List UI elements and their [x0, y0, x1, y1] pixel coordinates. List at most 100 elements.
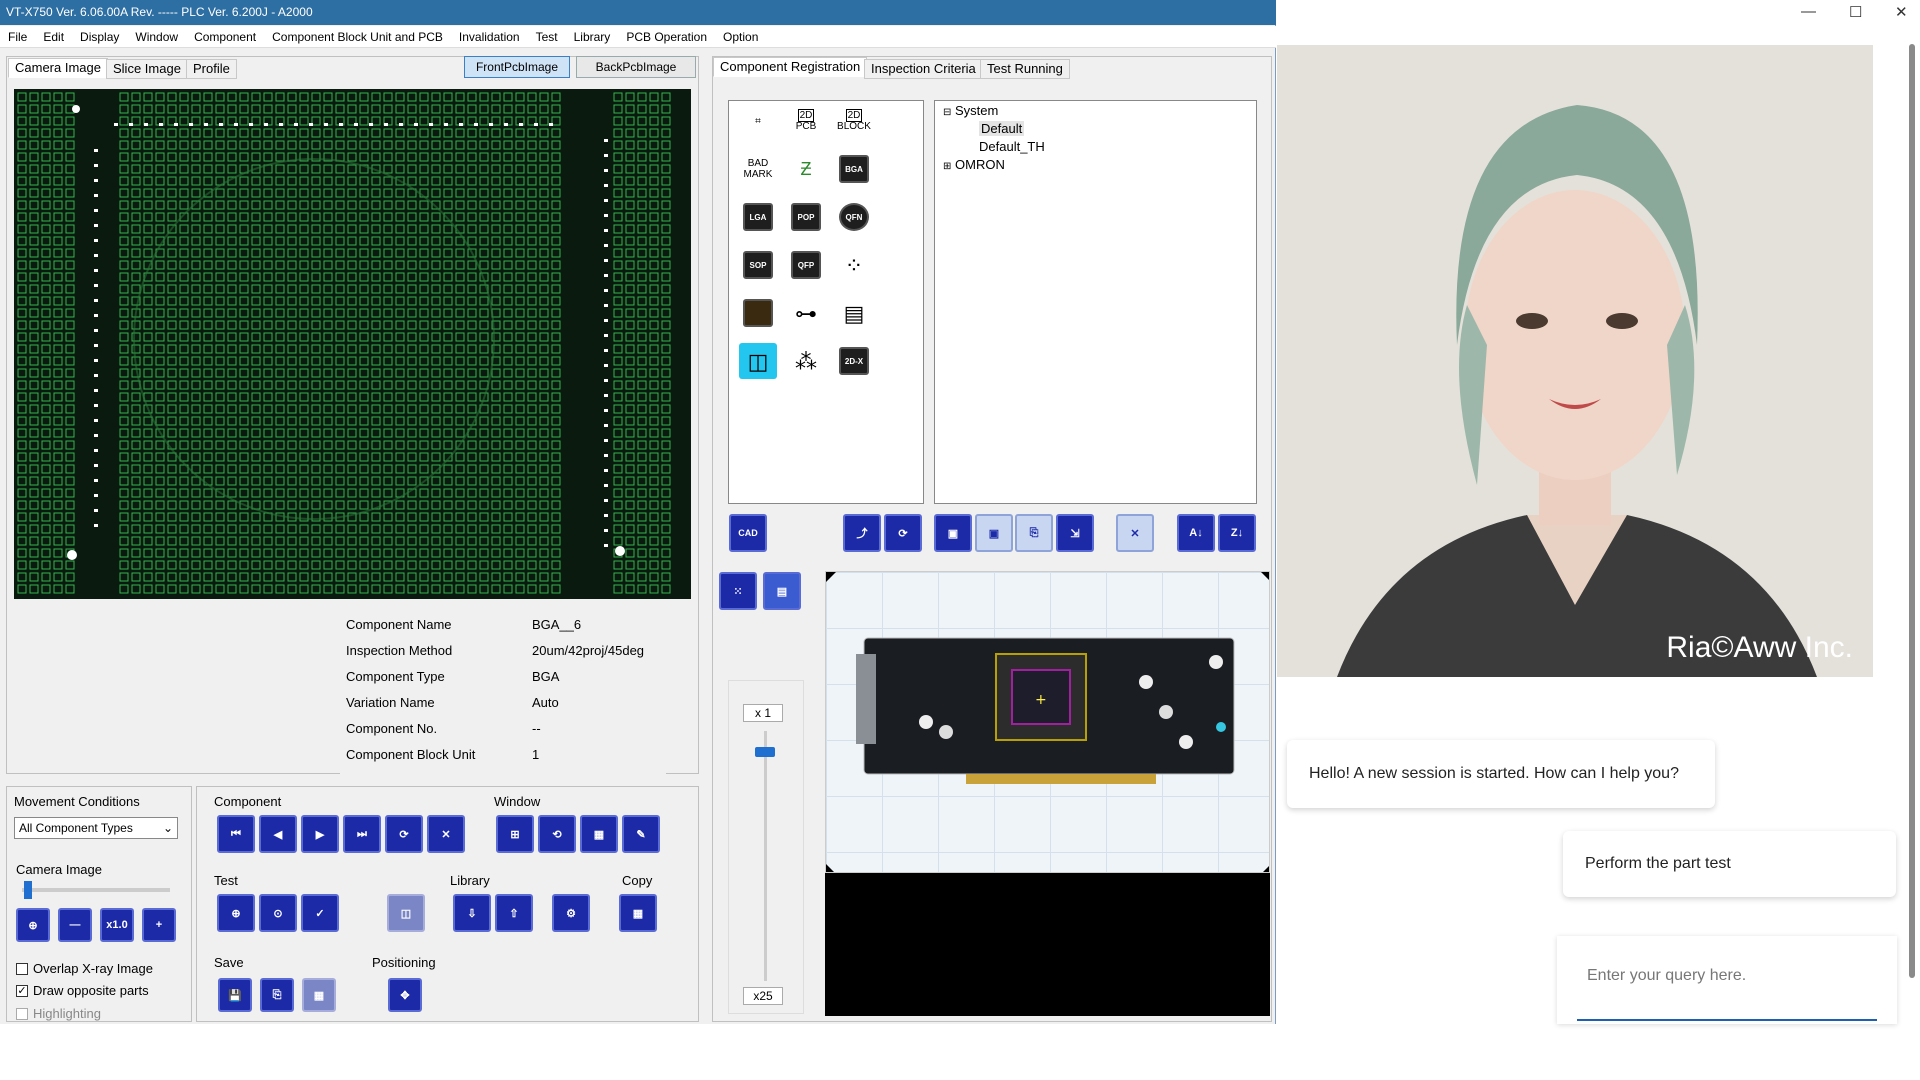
menu-window[interactable]: Window	[127, 30, 186, 44]
test-search-icon[interactable]: ⊕	[217, 894, 255, 932]
menu-option[interactable]: Option	[715, 30, 766, 44]
height-measure-icon[interactable]: Ƶ	[787, 151, 825, 187]
lga-chip-icon[interactable]: LGA	[739, 199, 777, 235]
tab-test-running[interactable]: Test Running	[980, 59, 1070, 79]
library-copy-icon[interactable]: ⎘	[1015, 514, 1053, 552]
menu-file[interactable]: File	[0, 30, 35, 44]
pcb-2d-icon[interactable]: 2D PCB	[787, 103, 825, 139]
through-hole-icon[interactable]: ◫	[739, 343, 777, 379]
library-open-icon[interactable]: ▣	[934, 514, 972, 552]
library-delete-icon[interactable]: ✕	[1116, 514, 1154, 552]
expand-icon[interactable]: ⊞	[943, 161, 951, 172]
tab-profile[interactable]: Profile	[186, 59, 237, 79]
pop-chip-icon[interactable]: POP	[787, 199, 825, 235]
tab-inspection-criteria[interactable]: Inspection Criteria	[864, 59, 983, 79]
info-row: Component Type BGA	[346, 669, 560, 684]
last-component-icon[interactable]: ⏭	[343, 815, 381, 853]
grid-view-icon[interactable]: ⁙	[719, 572, 757, 610]
save-grid-icon[interactable]: ▦	[302, 978, 336, 1012]
pcb-overview[interactable]: +	[825, 571, 1270, 873]
collapse-icon[interactable]: ⊟	[943, 107, 951, 118]
list-view-icon[interactable]: ▤	[763, 572, 801, 610]
tab-component-registration[interactable]: Component Registration	[713, 57, 868, 77]
zoom-min-label: x 1	[743, 704, 783, 722]
positioning-icon[interactable]: ✥	[388, 978, 422, 1012]
block-2d-icon[interactable]: 2D BLOCK	[835, 103, 873, 139]
chat-scrollbar[interactable]	[1907, 30, 1917, 1020]
menu-library[interactable]: Library	[566, 30, 619, 44]
library-export-icon[interactable]: ⇧	[495, 894, 533, 932]
tree-node-system[interactable]: ⊟ System	[943, 103, 998, 118]
transistor-icon[interactable]: ⊶	[787, 295, 825, 331]
tree-node-default[interactable]: Default	[979, 121, 1025, 136]
sort-ascending-icon[interactable]: A↓	[1177, 514, 1215, 552]
sort-descending-icon[interactable]: Z↓	[1218, 514, 1256, 552]
camera-image-label: Camera Image	[16, 862, 102, 877]
select-tool-icon[interactable]: ⌗	[739, 103, 777, 139]
menu-component-block[interactable]: Component Block Unit and PCB	[264, 30, 451, 44]
qfp-chip-icon[interactable]: QFP	[787, 247, 825, 283]
library-link-icon[interactable]: ⚙	[552, 894, 590, 932]
zoom-in-icon[interactable]: +	[142, 908, 176, 942]
save-icon[interactable]: 💾	[218, 978, 252, 1012]
front-pcb-image-button[interactable]: FrontPcbImage	[464, 56, 570, 78]
zoom-slider-thumb[interactable]	[755, 746, 775, 757]
tree-node-default-th[interactable]: Default_TH	[979, 139, 1045, 154]
menu-edit[interactable]: Edit	[35, 30, 72, 44]
bad-mark-icon[interactable]: BAD MARK	[739, 151, 777, 187]
test-check-icon[interactable]: ✓	[301, 894, 339, 932]
zoom-out-icon[interactable]: —	[58, 908, 92, 942]
library-save-icon[interactable]: ▣	[975, 514, 1013, 552]
test-zoom-icon[interactable]: ⊙	[259, 894, 297, 932]
sop-chip-icon[interactable]: SOP	[739, 247, 777, 283]
chip-component-icon[interactable]	[739, 295, 777, 331]
previous-component-icon[interactable]: ◀	[259, 815, 297, 853]
close-icon[interactable]: ✕	[1895, 3, 1908, 21]
library-import-icon[interactable]: ⇩	[453, 894, 491, 932]
zoom-slider-track[interactable]	[764, 731, 767, 981]
update-icon[interactable]: ⟳	[884, 514, 922, 552]
component-type-select[interactable]: All Component Types ⌄	[14, 817, 178, 839]
test-disabled-icon[interactable]: ◫	[387, 894, 425, 932]
connector-icon[interactable]: ▤	[835, 295, 873, 331]
window-rotate-icon[interactable]: ⟲	[538, 815, 576, 853]
highlighting-checkbox[interactable]: Highlighting	[16, 1006, 101, 1021]
window-grid-icon[interactable]: ▦	[580, 815, 618, 853]
minimize-icon[interactable]: —	[1801, 3, 1816, 20]
cad-import-button[interactable]: CAD	[729, 514, 767, 552]
register-icon[interactable]: ⤴	[843, 514, 881, 552]
back-pcb-image-button[interactable]: BackPcbImage	[576, 56, 696, 78]
chat-scrollbar-thumb[interactable]	[1909, 44, 1915, 978]
query-input[interactable]: Enter your query here.	[1577, 957, 1877, 1021]
tab-camera-image[interactable]: Camera Image	[8, 58, 108, 78]
refresh-icon[interactable]: ⟳	[385, 815, 423, 853]
multi-component-icon[interactable]: ⁂	[787, 343, 825, 379]
twod-x-icon[interactable]: 2D-X	[835, 343, 873, 379]
slider-thumb[interactable]	[24, 881, 32, 899]
zoom-reset-button[interactable]: x1.0	[100, 908, 134, 942]
first-component-icon[interactable]: ⏮	[217, 815, 255, 853]
save-as-icon[interactable]: ⎘	[260, 978, 294, 1012]
menu-invalidation[interactable]: Invalidation	[451, 30, 528, 44]
multi-ball-icon[interactable]: ⁘	[835, 247, 873, 283]
menu-display[interactable]: Display	[72, 30, 127, 44]
library-export-button[interactable]: ⇲	[1056, 514, 1094, 552]
fit-view-icon[interactable]: ⊕	[16, 908, 50, 942]
tree-node-omron[interactable]: ⊞ OMRON	[943, 157, 1005, 172]
tab-slice-image[interactable]: Slice Image	[106, 59, 188, 79]
window-add-icon[interactable]: ⊞	[496, 815, 534, 853]
menu-pcb-operation[interactable]: PCB Operation	[618, 30, 715, 44]
maximize-icon[interactable]: ☐	[1849, 3, 1862, 21]
copy-icon[interactable]: ▦	[619, 894, 657, 932]
camera-zoom-slider[interactable]	[22, 881, 170, 899]
menu-test[interactable]: Test	[528, 30, 566, 44]
draw-opposite-checkbox[interactable]: ✓ Draw opposite parts	[16, 983, 149, 998]
bga-chip-icon[interactable]: BGA	[835, 151, 873, 187]
qfn-chip-icon[interactable]: QFN	[835, 199, 873, 235]
delete-component-icon[interactable]: ✕	[427, 815, 465, 853]
next-component-icon[interactable]: ▶	[301, 815, 339, 853]
menu-component[interactable]: Component	[186, 30, 264, 44]
overlap-xray-checkbox[interactable]: Overlap X-ray Image	[16, 961, 153, 976]
camera-image-view[interactable]	[14, 89, 691, 599]
window-edit-icon[interactable]: ✎	[622, 815, 660, 853]
